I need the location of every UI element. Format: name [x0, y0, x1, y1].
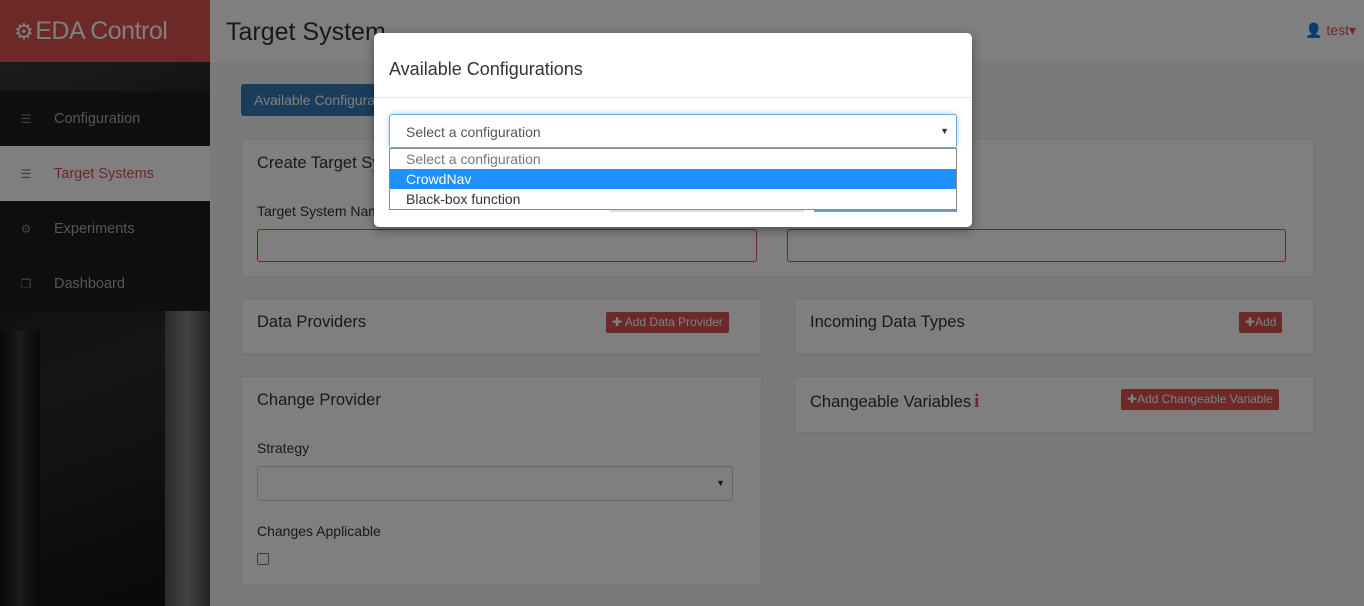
modal-title: Available Configurations	[389, 59, 583, 79]
caret-down-icon: ▼	[940, 126, 949, 136]
modal-header: Available Configurations	[374, 33, 972, 98]
dropdown-option[interactable]: Select a configuration	[390, 149, 956, 169]
available-configurations-modal: Available Configurations Select a config…	[374, 33, 972, 227]
configuration-dropdown: Select a configuration CrowdNav Black-bo…	[389, 148, 957, 210]
dropdown-option-crowdnav[interactable]: CrowdNav	[390, 169, 956, 189]
dropdown-option-black-box[interactable]: Black-box function	[390, 189, 956, 209]
select-value: Select a configuration	[406, 124, 541, 140]
configuration-select[interactable]: Select a configuration ▼	[389, 114, 957, 148]
